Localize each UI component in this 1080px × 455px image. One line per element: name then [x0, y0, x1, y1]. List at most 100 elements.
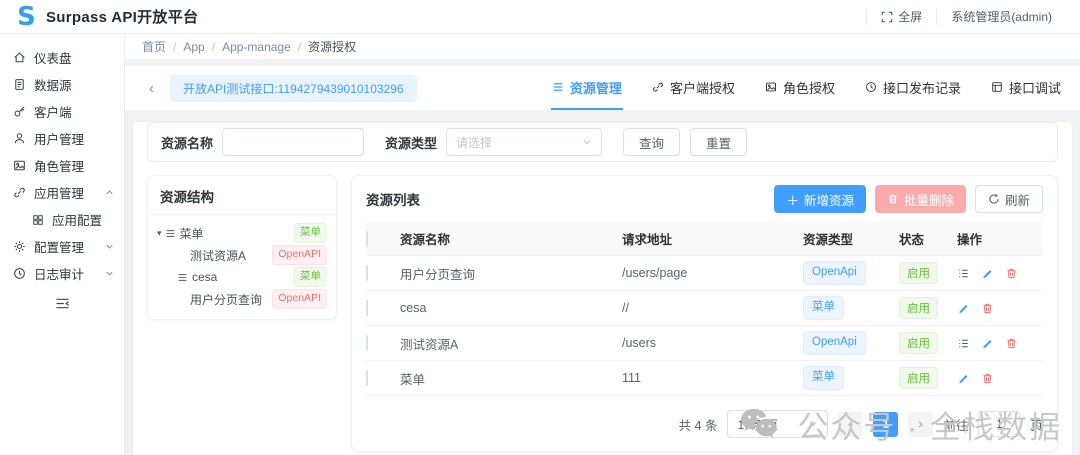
doc-icon[interactable] [957, 267, 970, 280]
app-title: Surpass API开放平台 [46, 6, 198, 27]
api-pill[interactable]: 开放API测试接口:1194279439010103296 [170, 75, 417, 102]
sidebar-item-users[interactable]: 用户管理 [0, 125, 124, 152]
tab-publish-record[interactable]: 接口发布记录 [864, 67, 962, 110]
fullscreen-button[interactable]: 全屏 [866, 9, 936, 25]
sidebar-item-datasource[interactable]: 数据源 [0, 71, 124, 98]
prev-page-button[interactable] [838, 412, 863, 437]
doc-icon[interactable] [957, 337, 970, 350]
sidebar: 仪表盘 数据源 客户端 用户管理 角色管理 [0, 34, 125, 455]
tab-client-auth[interactable]: 客户端授权 [651, 67, 736, 110]
caret-down-icon[interactable]: ▾ [157, 228, 162, 239]
breadcrumb-app-manage[interactable]: App-manage [222, 40, 291, 54]
resource-tree: ▾ 菜单 菜单 测试资源A OpenAPI [148, 215, 336, 319]
tab-role-auth[interactable]: 角色授权 [764, 67, 836, 110]
resource-tree-panel: 资源结构 ▾ 菜单 菜单 测试资源A OpenAPI [147, 175, 337, 320]
user-label: 系统管理员(admin) [951, 8, 1052, 25]
gear-icon [13, 240, 26, 253]
row-checkbox[interactable] [366, 370, 368, 386]
tab-resource-manage[interactable]: 资源管理 [551, 67, 623, 110]
row-checkbox[interactable] [366, 265, 368, 281]
next-page-button[interactable] [908, 412, 933, 437]
cell-request-url: 111 [622, 371, 803, 385]
tree-panel-title: 资源结构 [148, 176, 336, 215]
cell-resource-name: 测试资源A [400, 334, 622, 353]
add-resource-button[interactable]: ＋新增资源 [774, 185, 866, 213]
edit-icon[interactable] [981, 267, 994, 280]
status-badge: 启用 [899, 367, 938, 389]
type-badge: OpenApi [803, 331, 866, 354]
breadcrumb-current: 资源授权 [308, 38, 356, 55]
tab-api-debug[interactable]: 接口调试 [990, 67, 1062, 110]
sidebar-item-audit[interactable]: 日志审计 [0, 260, 124, 287]
type-badge: 菜单 [294, 267, 327, 287]
page-size-select[interactable]: 10条/页 [727, 410, 828, 438]
link-icon [13, 186, 26, 199]
clock-icon [865, 81, 877, 93]
sidebar-item-app-manage[interactable]: 应用管理 [0, 179, 124, 206]
cell-request-url: /users/page [622, 266, 803, 280]
edit-icon[interactable] [957, 372, 970, 385]
resource-name-input[interactable] [222, 128, 364, 156]
delete-icon[interactable] [1005, 267, 1018, 280]
sidebar-collapse-icon[interactable] [55, 297, 70, 310]
table-row: 用户分页查询 /users/page OpenApi 启用 [366, 256, 1043, 291]
tree-node[interactable]: 用户分页查询 OpenAPI [148, 288, 336, 310]
reset-button[interactable]: 重置 [690, 128, 747, 156]
breadcrumb-separator: / [212, 40, 215, 54]
batch-delete-button[interactable]: 批量删除 [875, 185, 966, 213]
search-button[interactable]: 查询 [623, 128, 680, 156]
delete-icon[interactable] [981, 372, 994, 385]
column-header: 资源类型 [803, 229, 899, 248]
tree-node[interactable]: ▾ 菜单 菜单 [148, 222, 336, 244]
back-button[interactable]: ‹ [149, 81, 154, 96]
sidebar-item-label: 用户管理 [34, 129, 84, 148]
select-all-checkbox[interactable] [366, 231, 368, 247]
type-badge: 菜单 [294, 223, 327, 243]
menu-icon [552, 81, 564, 93]
table-row: 测试资源A /users OpenApi 启用 [366, 326, 1043, 361]
row-checkbox[interactable] [366, 335, 368, 351]
breadcrumb-app[interactable]: App [183, 40, 204, 54]
type-badge: OpenApi [803, 261, 866, 284]
table-header-row: 资源名称 请求地址 资源类型 状态 操作 [366, 222, 1043, 256]
image-icon [765, 81, 777, 93]
cell-request-url: // [622, 301, 803, 315]
type-badge: 菜单 [803, 366, 844, 389]
sidebar-item-config[interactable]: 配置管理 [0, 233, 124, 260]
refresh-button[interactable]: 刷新 [975, 185, 1043, 213]
fullscreen-label: 全屏 [898, 8, 922, 25]
user-menu[interactable]: 系统管理员(admin) [936, 9, 1066, 25]
edit-icon[interactable] [981, 337, 994, 350]
sidebar-item-dashboard[interactable]: 仪表盘 [0, 44, 124, 71]
plus-icon: ＋ [786, 190, 799, 209]
breadcrumb-home[interactable]: 首页 [142, 38, 166, 55]
resource-type-select[interactable]: 请选择 [446, 128, 602, 156]
menu-icon [177, 272, 188, 283]
sidebar-item-client[interactable]: 客户端 [0, 98, 124, 125]
column-header: 操作 [957, 229, 1043, 248]
datasource-icon [13, 78, 26, 91]
breadcrumb-separator: / [173, 40, 176, 54]
page-number-button[interactable]: 1 [873, 412, 898, 437]
cell-resource-name: 用户分页查询 [400, 264, 622, 283]
link-icon [652, 81, 664, 93]
total-count: 共 4 条 [679, 415, 718, 434]
brand: S Surpass API开放平台 [14, 4, 198, 29]
edit-icon[interactable] [957, 302, 970, 315]
breadcrumb: 首页 / App / App-manage / 资源授权 [125, 34, 1080, 60]
sidebar-item-app-config[interactable]: 应用配置 [0, 206, 124, 233]
delete-icon[interactable] [981, 302, 994, 315]
chevron-up-icon [105, 188, 114, 197]
row-checkbox[interactable] [366, 300, 368, 316]
tab-label: 接口调试 [1009, 78, 1061, 97]
breadcrumb-separator: / [298, 40, 301, 54]
resource-list-panel: 资源列表 ＋新增资源 批量删除 [351, 175, 1058, 452]
tab-label: 资源管理 [570, 78, 622, 97]
tree-node[interactable]: cesa 菜单 [148, 266, 336, 288]
sidebar-item-label: 客户端 [34, 102, 72, 121]
goto-page-input[interactable] [978, 411, 1020, 437]
sidebar-item-roles[interactable]: 角色管理 [0, 152, 124, 179]
topbar-right: 全屏 系统管理员(admin) [866, 0, 1066, 33]
delete-icon[interactable] [1005, 337, 1018, 350]
tree-node[interactable]: 测试资源A OpenAPI [148, 244, 336, 266]
